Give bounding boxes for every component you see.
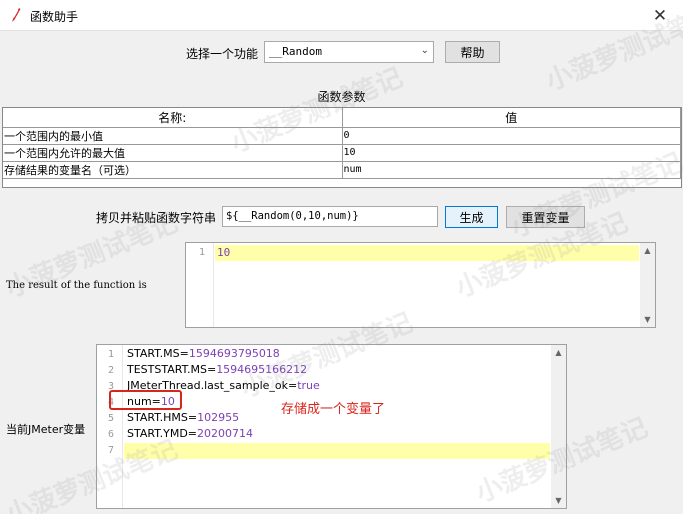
variable-line: START.YMD=20200714 bbox=[127, 427, 253, 440]
variable-key: START.HMS= bbox=[127, 411, 198, 424]
close-icon: ✕ bbox=[652, 5, 668, 26]
scroll-down-icon[interactable]: ▼ bbox=[551, 496, 566, 505]
table-row[interactable]: 存储结果的变量名（可选） num bbox=[3, 161, 681, 179]
line-number: 1 bbox=[107, 349, 114, 360]
window-title: 函数助手 bbox=[30, 10, 79, 24]
variable-value: 1594695166212 bbox=[216, 363, 308, 376]
variable-key: TESTSTART.MS= bbox=[127, 363, 217, 376]
variable-line: TESTSTART.MS=1594695166212 bbox=[127, 363, 307, 376]
reset-variables-button[interactable]: 重置变量 bbox=[506, 206, 585, 228]
vars-label: 当前JMeter变量 bbox=[6, 423, 86, 436]
scroll-up-icon[interactable]: ▲ bbox=[551, 348, 566, 357]
param-name: 一个范围内允许的最大值 bbox=[3, 144, 343, 162]
function-select-value: __Random bbox=[269, 45, 322, 58]
param-value[interactable]: 10 bbox=[342, 144, 681, 162]
scrollbar[interactable]: ▲ ▼ bbox=[640, 243, 655, 327]
param-name: 一个范围内的最小值 bbox=[3, 127, 343, 145]
current-line-highlight bbox=[124, 443, 550, 459]
scroll-down-icon[interactable]: ▼ bbox=[640, 315, 655, 324]
function-string-field[interactable]: ${__Random(0,10,num)} bbox=[222, 206, 438, 227]
variable-value: 20200714 bbox=[197, 427, 254, 440]
result-label: The result of the function is bbox=[6, 280, 147, 291]
result-editor[interactable]: 1 10 ▲ ▼ bbox=[185, 242, 656, 328]
line-number: 1 bbox=[198, 247, 205, 258]
line-number: 7 bbox=[107, 445, 114, 456]
function-select[interactable]: __Random ⌄ bbox=[264, 41, 434, 63]
line-number-gutter: 1 bbox=[186, 243, 214, 327]
generate-button[interactable]: 生成 bbox=[445, 206, 498, 228]
scroll-up-icon[interactable]: ▲ bbox=[640, 246, 655, 255]
variable-value: 102955 bbox=[197, 411, 240, 424]
table-row[interactable]: 一个范围内的最小值 0 bbox=[3, 127, 681, 145]
annotation-highlight-box bbox=[109, 390, 182, 410]
variable-line: START.MS=1594693795018 bbox=[127, 347, 280, 360]
variable-key: START.YMD= bbox=[127, 427, 198, 440]
column-header-name[interactable]: 名称: bbox=[3, 108, 343, 128]
param-value[interactable]: num bbox=[342, 161, 681, 179]
variable-key: START.MS= bbox=[127, 347, 189, 360]
chevron-down-icon: ⌄ bbox=[420, 45, 429, 56]
title-bar: 函数助手 ✕ bbox=[0, 0, 683, 31]
current-line-highlight bbox=[215, 245, 639, 261]
param-value[interactable]: 0 bbox=[342, 127, 681, 145]
feather-pen-icon bbox=[8, 7, 22, 23]
variable-value: 1594693795018 bbox=[188, 347, 280, 360]
column-header-value[interactable]: 值 bbox=[342, 108, 681, 128]
variable-line: START.HMS=102955 bbox=[127, 411, 239, 424]
params-title: 函数参数 bbox=[317, 90, 366, 104]
line-number-gutter: 1 2 3 4 5 6 7 bbox=[97, 345, 123, 508]
param-name: 存储结果的变量名（可选） bbox=[3, 161, 343, 179]
variable-value: true bbox=[297, 379, 320, 392]
annotation-note: 存储成一个变量了 bbox=[281, 402, 386, 417]
line-number: 2 bbox=[107, 365, 114, 376]
variables-editor[interactable]: 1 2 3 4 5 6 7 START.MS=1594693795018 TES… bbox=[96, 344, 567, 509]
function-select-label: 选择一个功能 bbox=[186, 47, 259, 61]
copy-string-label: 拷贝并粘贴函数字符串 bbox=[96, 211, 217, 225]
close-button[interactable]: ✕ bbox=[637, 0, 683, 31]
scrollbar[interactable]: ▲ ▼ bbox=[551, 345, 566, 508]
params-table: 名称: 值 一个范围内的最小值 0 一个范围内允许的最大值 10 存储结果的变量… bbox=[2, 107, 682, 188]
result-value: 10 bbox=[217, 246, 231, 259]
line-number: 5 bbox=[107, 413, 114, 424]
table-row[interactable]: 一个范围内允许的最大值 10 bbox=[3, 144, 681, 162]
line-number: 6 bbox=[107, 429, 114, 440]
help-button[interactable]: 帮助 bbox=[445, 41, 500, 63]
